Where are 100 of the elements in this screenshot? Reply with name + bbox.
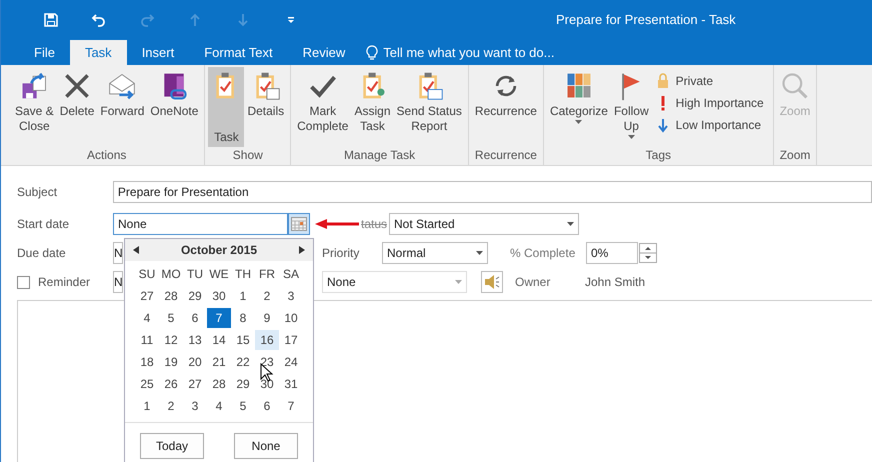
calendar-day[interactable]: 22 [231,352,255,372]
group-label: Show [232,147,264,164]
calendar-day[interactable]: 7 [279,396,303,416]
calendar-day[interactable]: 28 [207,374,231,394]
calendar-day[interactable]: 27 [183,374,207,394]
group-label: Recurrence [474,147,538,164]
calendar-day[interactable]: 24 [279,352,303,372]
start-date-field[interactable]: None [113,213,288,235]
spin-button[interactable] [639,243,657,263]
weekday-label: TH [234,266,252,283]
group-label: Actions [86,147,128,164]
calendar-day[interactable]: 9 [255,308,279,328]
calendar-day[interactable]: 28 [159,286,183,306]
calendar-day[interactable]: 13 [183,330,207,350]
down-arrow-icon [656,117,670,133]
ribbon-button[interactable]: OneNote [147,67,202,147]
percent-complete-field[interactable]: 0% [586,242,638,264]
calendar-day[interactable]: 21 [207,352,231,372]
caret-icon [628,135,635,139]
ribbon-tab[interactable]: Format Text [189,40,288,65]
previous-month-icon[interactable] [133,246,139,254]
calendar-day[interactable]: 4 [207,396,231,416]
next-month-icon[interactable] [298,246,305,254]
ribbon-tab[interactable]: Insert [126,40,190,65]
subject-field[interactable]: Prepare for Presentation [112,181,872,203]
calendar-day[interactable]: 30 [207,286,231,306]
calendar-day[interactable]: 5 [159,308,183,328]
calendar-button[interactable]: None [234,433,298,459]
calendar-day[interactable]: 12 [159,330,183,350]
ribbon-small-button[interactable]: Low Importance [656,117,764,133]
calendar-day[interactable]: 6 [255,396,279,416]
calendar-day[interactable]: 17 [279,330,303,350]
calendar-day[interactable]: 19 [159,352,183,372]
caret-icon [575,120,582,124]
calendar-day[interactable]: 29 [183,286,207,306]
calendar-day[interactable]: 1 [135,396,159,416]
calendar-day[interactable]: 1 [231,286,255,306]
calendar-day[interactable]: 16 [255,330,279,350]
ribbon-button[interactable]: Delete [56,67,98,147]
field-label: Owner [515,275,552,289]
calendar-day[interactable]: 2 [255,286,279,306]
calendar-day[interactable]: 18 [135,352,159,372]
ribbon-button[interactable]: Assign Task [351,67,394,147]
lightbulb-icon [366,44,378,60]
weekday-label: TU [186,266,204,283]
forward-icon [107,71,138,101]
calendar-day[interactable]: 10 [279,308,303,328]
ribbon-tab[interactable]: Task [70,40,127,65]
ribbon-small-button[interactable]: High Importance [656,95,764,111]
reminder-time-dropdown[interactable]: None [322,271,467,293]
calendar-day[interactable]: 31 [279,374,303,394]
calendar-day[interactable]: 3 [279,286,303,306]
ribbon-button[interactable]: Follow Up [610,67,652,147]
weekday-label: SA [282,266,300,283]
ribbon-button[interactable]: Categorize [546,67,611,147]
calendar-day[interactable]: 15 [231,330,255,350]
field-label: Priority [322,246,360,260]
calendar-day[interactable]: 7 [207,308,231,328]
ribbon-button[interactable]: Mark Complete [294,67,352,147]
calendar-day[interactable]: 4 [135,308,159,328]
ribbon-tab[interactable]: File [19,40,70,65]
calendar-day[interactable]: 2 [159,396,183,416]
weekday-label: WE [208,266,230,283]
ribbon-small-button[interactable]: Private [656,73,764,89]
due-date-field[interactable]: N [113,242,123,264]
calendar-day[interactable]: 14 [207,330,231,350]
owner-name: John Smith [585,275,646,289]
calendar-day[interactable]: 27 [135,286,159,306]
calendar-day[interactable]: 6 [183,308,207,328]
month-title: October 2015 [180,243,258,257]
calendar-button[interactable] [288,213,310,235]
reminder-date-field[interactable]: N [113,271,123,293]
calendar-day[interactable]: 26 [159,374,183,394]
priority-dropdown[interactable]: Normal [382,242,488,264]
field-label: % Complete [510,246,576,260]
window-title: Prepare for Presentation - Task [556,12,736,27]
caret-icon [476,251,483,255]
field-label: Reminder [38,275,92,289]
ribbon-button[interactable]: Recurrence [472,67,540,147]
ribbon-button[interactable]: Send Status Report [394,67,465,147]
calendar-day[interactable]: 11 [135,330,159,350]
field-label: Start date [17,217,70,231]
pointer-arrow-drawing [315,219,359,229]
calendar-day[interactable]: 8 [231,308,255,328]
tell-me-field[interactable]: Tell me what you want to do... [366,40,554,65]
ribbon-tab[interactable]: Review [288,40,360,65]
ribbon-button[interactable]: Details [244,67,288,147]
ribbon-button[interactable]: Save & Close [12,67,57,147]
calendar-day[interactable]: 5 [231,396,255,416]
calendar-day[interactable]: 25 [135,374,159,394]
calendar-day[interactable]: 3 [183,396,207,416]
calendar-day[interactable]: 29 [231,374,255,394]
ribbon-button[interactable]: Task [208,67,244,147]
ribbon-button[interactable]: Forward [97,67,148,147]
calendar-button[interactable]: Today [140,433,204,459]
field-label: Subject [17,185,58,199]
calendar-day[interactable]: 20 [183,352,207,372]
reminder-checkbox[interactable] [17,276,30,288]
group-label: Tags [644,147,672,164]
status-dropdown[interactable]: Not Started [389,213,579,235]
